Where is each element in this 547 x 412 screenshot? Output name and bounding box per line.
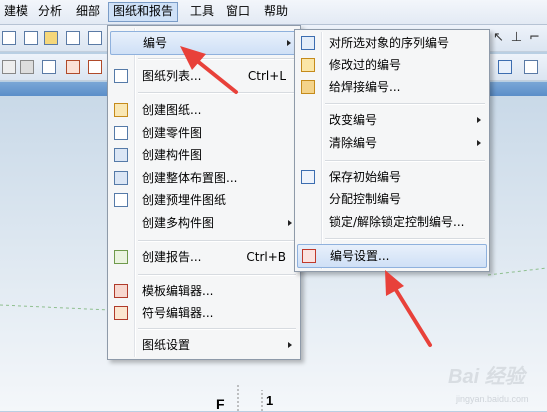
annotation-arrows xyxy=(180,46,432,347)
watermark: Bai 经验 jingyan.baidu.com xyxy=(448,366,529,404)
arrow-to-settings xyxy=(385,270,432,347)
arrow-to-numbering xyxy=(180,46,238,94)
